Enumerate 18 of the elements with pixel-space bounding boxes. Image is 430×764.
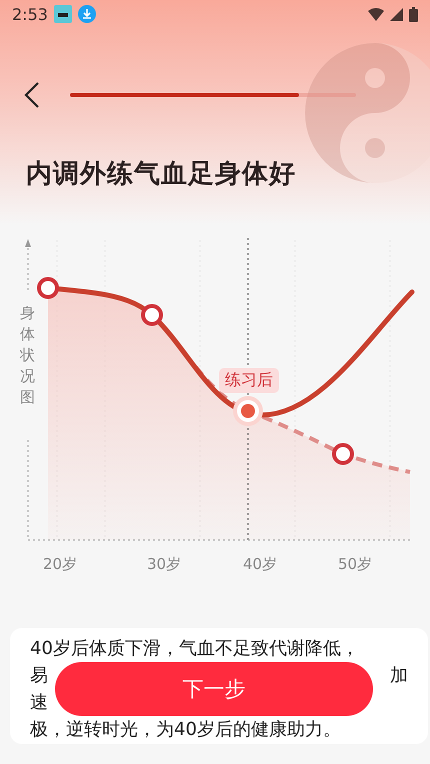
x-axis-label: 30岁: [146, 555, 182, 574]
x-axis-label: 40岁: [242, 555, 278, 574]
status-time: 2:53: [12, 4, 48, 24]
wifi-icon: [368, 8, 384, 20]
info-text: 40岁后体质下滑，气血不足致代谢降低，: [30, 636, 359, 660]
battery-icon: [409, 6, 418, 22]
after-practice-tag: 练习后: [219, 368, 279, 393]
next-button[interactable]: 下一步: [55, 662, 373, 716]
x-axis-label: 50岁: [338, 555, 372, 574]
page-title: 内调外练气血足身体好: [26, 158, 297, 191]
signal-icon: [390, 8, 403, 20]
y-axis-label: 身体状况图: [20, 303, 35, 408]
info-text: 加: [390, 664, 408, 686]
download-icon: [78, 5, 96, 23]
info-text: 极，逆转时光，为40岁后的健康助力。: [30, 718, 341, 740]
x-axis-label: 20岁: [42, 555, 78, 574]
info-text: 易: [30, 664, 48, 686]
info-text: 速: [30, 690, 48, 714]
